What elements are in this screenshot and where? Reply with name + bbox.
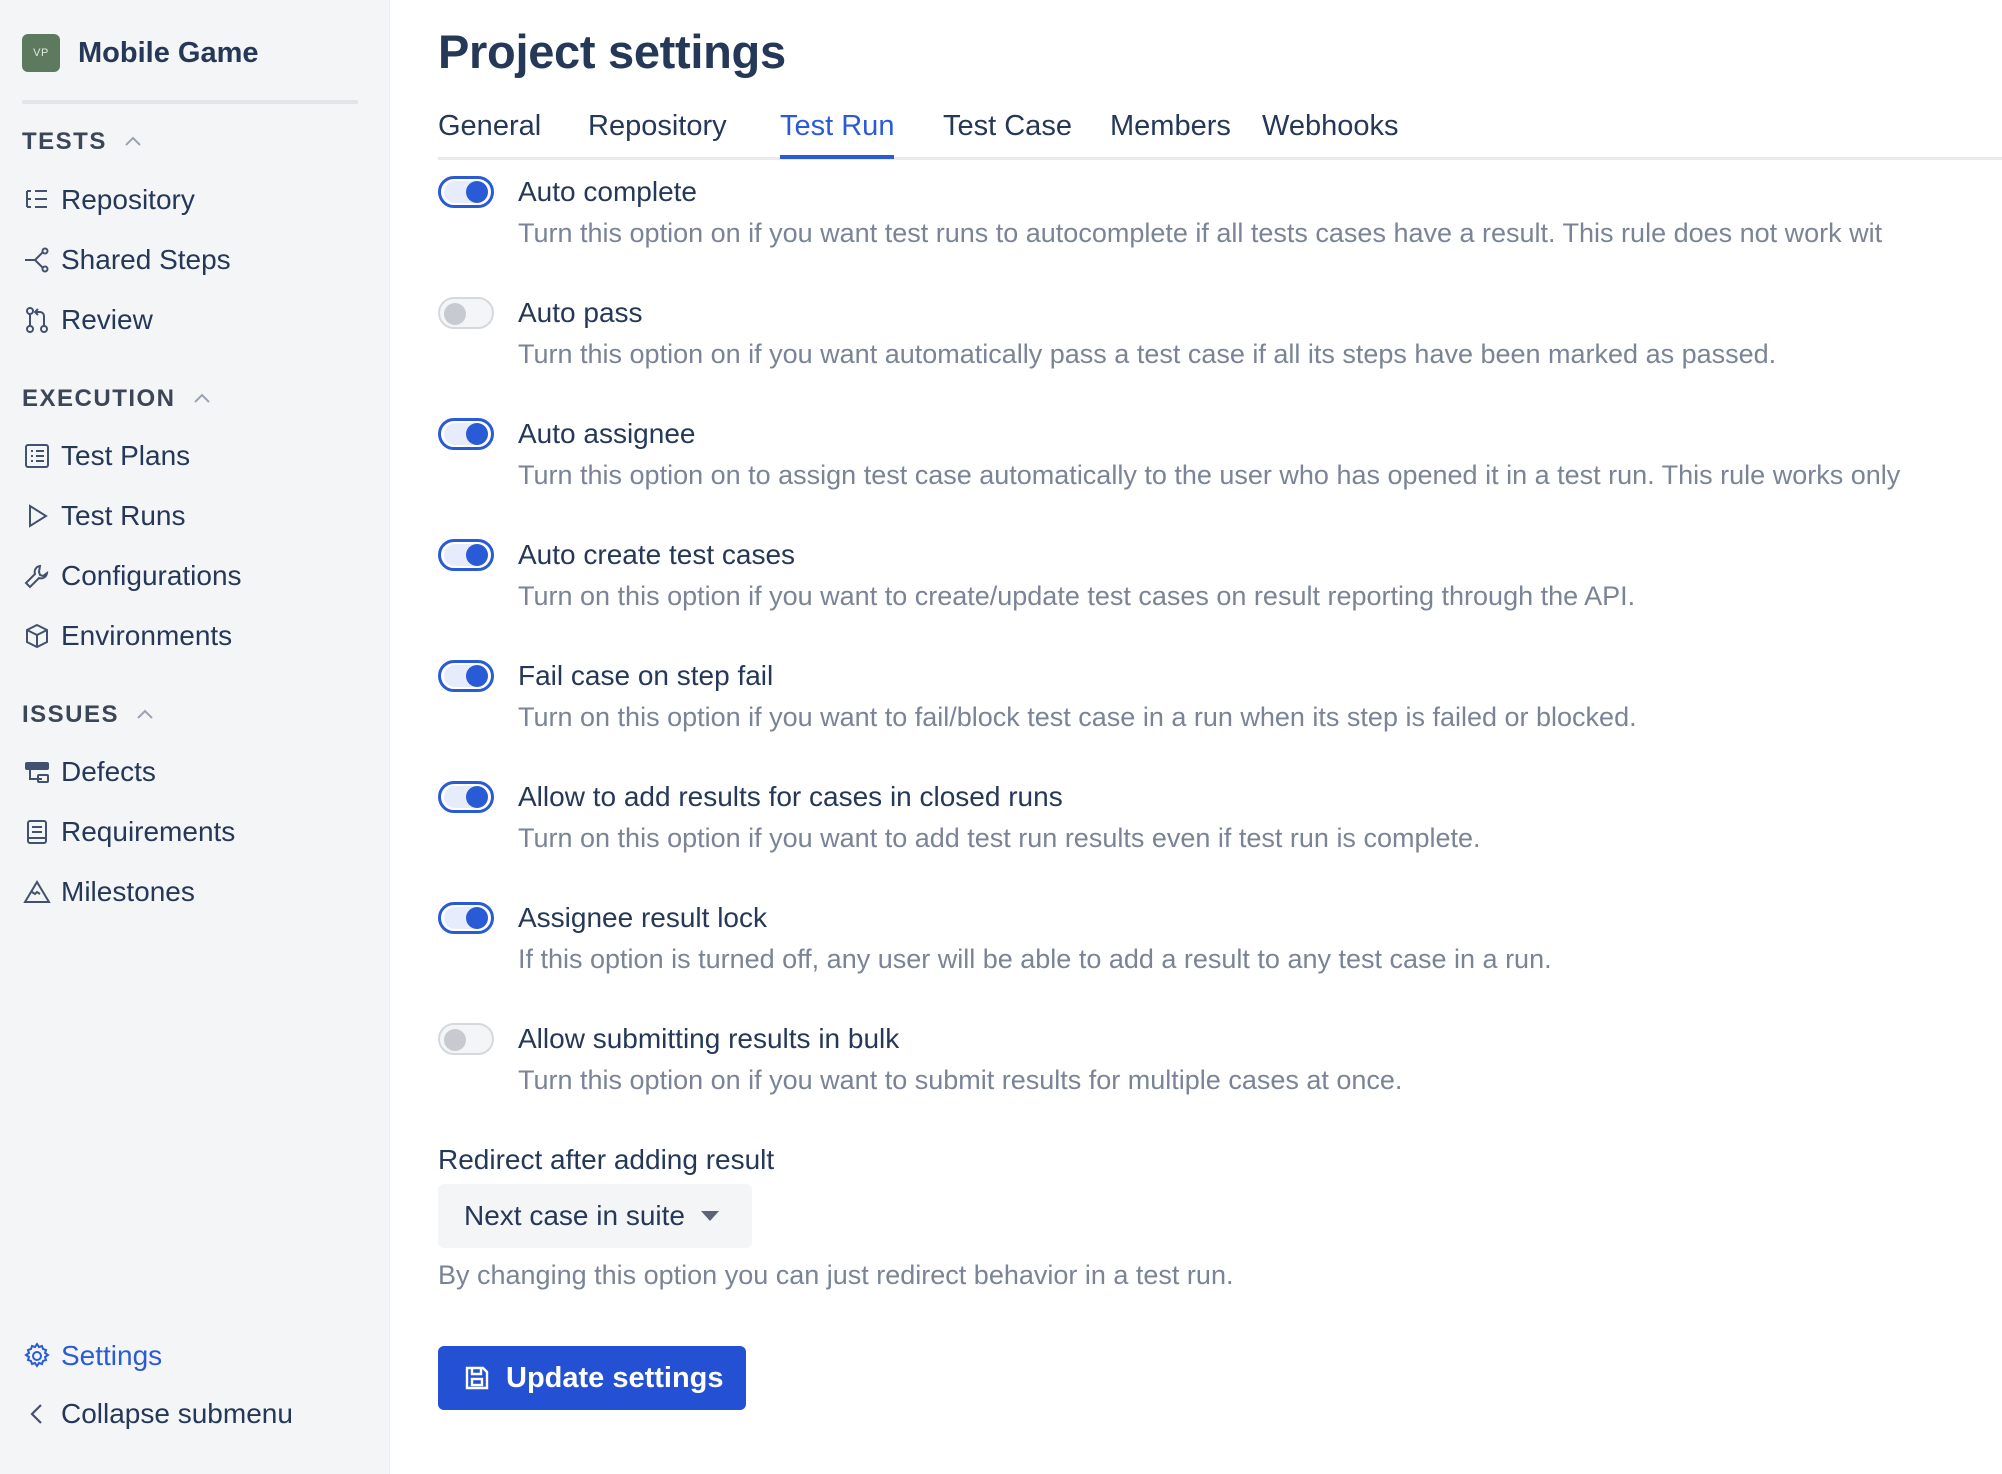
section-title: TESTS (22, 128, 107, 155)
sidebar-item-repository[interactable]: Repository (22, 180, 195, 220)
chevron-up-icon (190, 387, 214, 411)
tab-test-run[interactable]: Test Run (780, 110, 895, 159)
tab-members[interactable]: Members (1110, 110, 1231, 155)
chevron-left-icon (22, 1399, 52, 1429)
gear-icon (22, 1341, 52, 1371)
sidebar-item-review[interactable]: Review (22, 300, 153, 340)
sidebar-item-label: Shared Steps (61, 244, 231, 275)
project-name: Mobile Game (78, 36, 259, 69)
sidebar-item-label: Test Plans (61, 440, 191, 471)
page-title: Project settings (438, 25, 786, 78)
box-icon (22, 621, 52, 651)
sidebar-item-label: Milestones (61, 876, 195, 907)
update-settings-label: Update settings (506, 1361, 724, 1394)
sidebar-item-label: Repository (61, 184, 195, 215)
wrench-icon (22, 561, 52, 591)
tab-test-case[interactable]: Test Case (943, 110, 1072, 155)
redirect-selected-value: Next case in suite (464, 1200, 685, 1231)
project-avatar: VP (22, 34, 60, 72)
chevron-up-icon (121, 130, 145, 154)
sidebar-item-test-plans[interactable]: Test Plans (22, 436, 190, 476)
sidebar-item-label: Configurations (61, 560, 242, 591)
option-description: Turn this option on to assign test case … (518, 460, 1901, 490)
repository-tree-icon (22, 185, 52, 215)
sidebar-item-requirements[interactable]: Requirements (22, 812, 235, 852)
option-auto-create-test-cases: Auto create test cases Turn on this opti… (438, 539, 2002, 639)
option-title: Auto create test cases (518, 539, 796, 570)
option-fail-case-on-step-fail: Fail case on step fail Turn on this opti… (438, 660, 2002, 760)
sidebar-item-label: Requirements (61, 816, 236, 847)
option-allow-results-closed-runs: Allow to add results for cases in closed… (438, 781, 2002, 881)
caret-down-icon (701, 1211, 719, 1221)
tab-webhooks[interactable]: Webhooks (1262, 110, 1399, 155)
option-auto-pass: Auto pass Turn this option on if you wan… (438, 297, 2002, 397)
section-title: ISSUES (22, 701, 120, 728)
sidebar-item-defects[interactable]: Defects (22, 752, 156, 792)
shared-steps-icon (22, 245, 52, 275)
option-title: Auto pass (518, 297, 643, 328)
sidebar-item-shared-steps[interactable]: Shared Steps (22, 240, 231, 280)
redirect-label: Redirect after adding result (438, 1144, 775, 1175)
sidebar-item-test-runs[interactable]: Test Runs (22, 496, 186, 536)
sidebar-item-settings[interactable]: Settings (22, 1336, 162, 1376)
redirect-select[interactable]: Next case in suite (438, 1184, 752, 1248)
mountain-icon (22, 877, 52, 907)
toggle-auto-create-test-cases[interactable] (438, 539, 494, 571)
sidebar-item-label: Test Runs (61, 500, 186, 531)
tab-repository[interactable]: Repository (588, 110, 727, 155)
option-title: Allow submitting results in bulk (518, 1023, 900, 1054)
option-title: Auto complete (518, 176, 697, 207)
toggle-allow-results-closed-runs[interactable] (438, 781, 494, 813)
settings-tabs: General Repository Test Run Test Case Me… (438, 104, 2002, 160)
option-description: Turn this option on if you want automati… (518, 339, 1777, 369)
sidebar-item-label: Review (61, 304, 153, 335)
sidebar: VP Mobile Game TESTS Repository Shared S… (0, 0, 390, 1474)
tab-general[interactable]: General (438, 110, 541, 155)
option-description: Turn this option on if you want test run… (518, 218, 1883, 248)
option-title: Assignee result lock (518, 902, 768, 933)
project-switcher[interactable]: VP Mobile Game (22, 34, 259, 72)
toggle-auto-complete[interactable] (438, 176, 494, 208)
chevron-up-icon (133, 703, 157, 727)
pull-request-icon (22, 305, 52, 335)
redirect-help-text: By changing this option you can just red… (438, 1260, 1234, 1290)
sidebar-item-configurations[interactable]: Configurations (22, 556, 242, 596)
update-settings-button[interactable]: Update settings (438, 1346, 746, 1410)
sidebar-item-label: Defects (61, 756, 156, 787)
option-assignee-result-lock: Assignee result lock If this option is t… (438, 902, 2002, 1002)
section-issues-header[interactable]: ISSUES (22, 701, 157, 729)
document-icon (22, 817, 52, 847)
section-tests-header[interactable]: TESTS (22, 128, 145, 156)
section-title: EXECUTION (22, 385, 176, 412)
toggle-assignee-result-lock[interactable] (438, 902, 494, 934)
toggle-fail-case-on-step-fail[interactable] (438, 660, 494, 692)
option-title: Fail case on step fail (518, 660, 774, 691)
section-execution-header[interactable]: EXECUTION (22, 385, 214, 413)
defects-icon (22, 757, 52, 787)
toggle-auto-pass[interactable] (438, 297, 494, 329)
toggle-bulk-results[interactable] (438, 1023, 494, 1055)
play-icon (22, 501, 52, 531)
option-title: Auto assignee (518, 418, 696, 449)
option-description: Turn on this option if you want to add t… (518, 823, 1481, 853)
option-description: Turn on this option if you want to fail/… (518, 702, 1637, 732)
option-title: Allow to add results for cases in closed… (518, 781, 1063, 812)
save-icon (462, 1363, 492, 1393)
sidebar-item-label: Collapse submenu (61, 1398, 293, 1429)
toggle-auto-assignee[interactable] (438, 418, 494, 450)
collapse-submenu-button[interactable]: Collapse submenu (22, 1394, 293, 1434)
option-auto-assignee: Auto assignee Turn this option on to ass… (438, 418, 2002, 518)
sidebar-divider (22, 100, 358, 104)
option-description: Turn this option on if you want to submi… (518, 1065, 1403, 1095)
sidebar-item-environments[interactable]: Environments (22, 616, 232, 656)
sidebar-item-milestones[interactable]: Milestones (22, 872, 195, 912)
main-content: Project settings General Repository Test… (390, 0, 2002, 1474)
option-auto-complete: Auto complete Turn this option on if you… (438, 176, 2002, 276)
option-description: Turn on this option if you want to creat… (518, 581, 1636, 611)
option-description: If this option is turned off, any user w… (518, 944, 1552, 974)
list-icon (22, 441, 52, 471)
sidebar-item-label: Environments (61, 620, 233, 651)
sidebar-item-label: Settings (61, 1340, 163, 1371)
option-bulk-results: Allow submitting results in bulk Turn th… (438, 1023, 2002, 1123)
